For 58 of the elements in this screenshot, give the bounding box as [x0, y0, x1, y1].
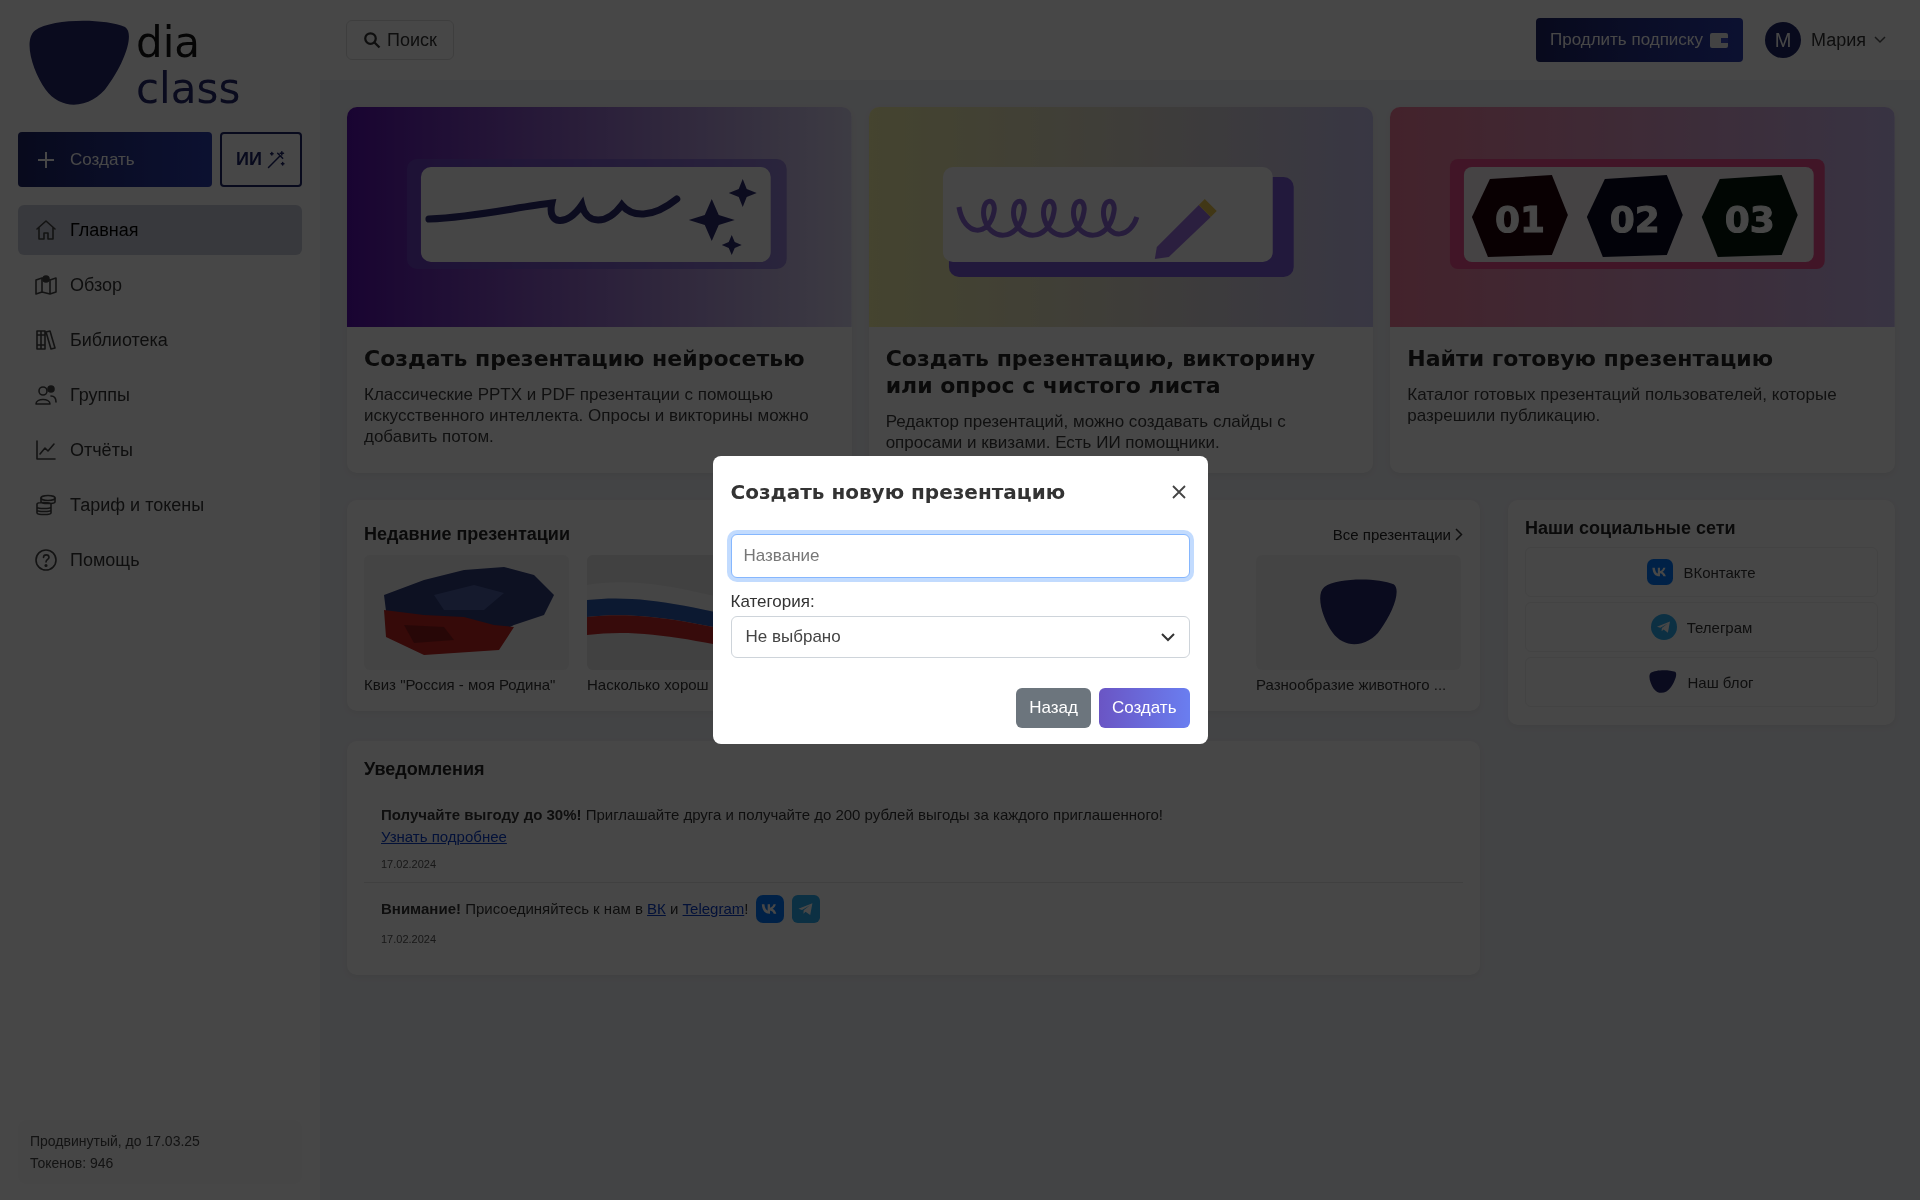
ai-button[interactable]: ИИ [220, 132, 302, 187]
map-icon [34, 273, 58, 297]
number-label: 02 [1610, 199, 1661, 240]
presentation-title[interactable]: Разнообразие животного ... [1256, 676, 1461, 693]
vk-icon [1647, 559, 1674, 585]
sidebar-item[interactable]: Отчёты [18, 425, 302, 475]
sidebar-item[interactable]: Группы [18, 370, 302, 420]
panel-title: Наши социальные сети [1525, 518, 1736, 538]
plus-icon [36, 149, 56, 170]
books-icon [34, 328, 58, 352]
panel-title: Недавние презентации [364, 524, 570, 545]
wallet-icon [1708, 31, 1729, 49]
telegram-icon [1650, 614, 1677, 640]
card-title: Создать презентацию, викторину или опрос с чистого листа [885, 345, 1316, 399]
telegram-icon [792, 895, 821, 923]
notification-text: Внимание! Присоединяйтесь к нам в ВК и Telegram! [381, 899, 749, 919]
logo-blob-icon [1649, 670, 1678, 694]
search-button[interactable]: Поиск [346, 20, 454, 60]
category-dropdown[interactable]: Не выбрано [730, 616, 1190, 658]
social-link-button[interactable]: ВКонтакте [1525, 547, 1878, 597]
chevron-right-icon [1455, 528, 1463, 541]
logo-text: class [136, 66, 241, 112]
card-title: Найти готовую презентацию [1407, 345, 1775, 372]
users-icon [34, 383, 58, 407]
name-input-field[interactable]: Название [730, 534, 1190, 578]
home-icon [34, 218, 58, 242]
create-button[interactable]: Создать [1098, 688, 1190, 728]
back-button[interactable]: Назад [1016, 688, 1091, 728]
vk-icon [756, 895, 785, 923]
card-title: Создать презентацию нейросетью [364, 345, 806, 372]
presentation-title[interactable]: Квиз "Россия - моя Родина" [364, 676, 569, 693]
sidebar-item[interactable]: Обзор [18, 260, 302, 310]
user-menu-button[interactable]: Мария [1800, 29, 1896, 51]
text-link[interactable]: ВК [647, 900, 666, 917]
help-icon [34, 548, 58, 572]
panel-title: Уведомления [364, 759, 485, 779]
close-icon [1171, 485, 1186, 499]
notification-text: Получайте выгоду до 30%! Приглашайте друга и получайте до 200 рублей выгоды за каждого приглашенного! Узнать подробнее [381, 805, 1165, 847]
category-label: Категория: [730, 592, 816, 612]
magic-wand-icon [265, 149, 286, 170]
number-label: 03 [1725, 199, 1776, 240]
chart-icon [34, 438, 58, 462]
logo-text: dia [136, 20, 202, 66]
all-presentations-link[interactable]: Все презентации [1332, 526, 1463, 543]
sidebar-item[interactable]: Библиотека [18, 315, 302, 365]
social-link-button[interactable]: Телеграм [1525, 602, 1878, 652]
dialog-title: Создать новую презентацию [730, 480, 1066, 504]
number-label: 01 [1495, 199, 1546, 240]
sidebar-item[interactable]: Помощь [18, 535, 302, 585]
coins-icon [34, 493, 58, 517]
chevron-down-icon [1160, 632, 1175, 642]
text-link[interactable]: Узнать подробнее [381, 828, 507, 845]
logo-blob-icon [1318, 578, 1399, 647]
search-icon [363, 31, 381, 49]
chevron-down-icon [1874, 36, 1886, 44]
sidebar-item[interactable]: Главная [18, 205, 302, 255]
social-link-button[interactable]: Наш блог [1525, 657, 1878, 707]
sidebar-item[interactable]: Тариф и токены [18, 480, 302, 530]
